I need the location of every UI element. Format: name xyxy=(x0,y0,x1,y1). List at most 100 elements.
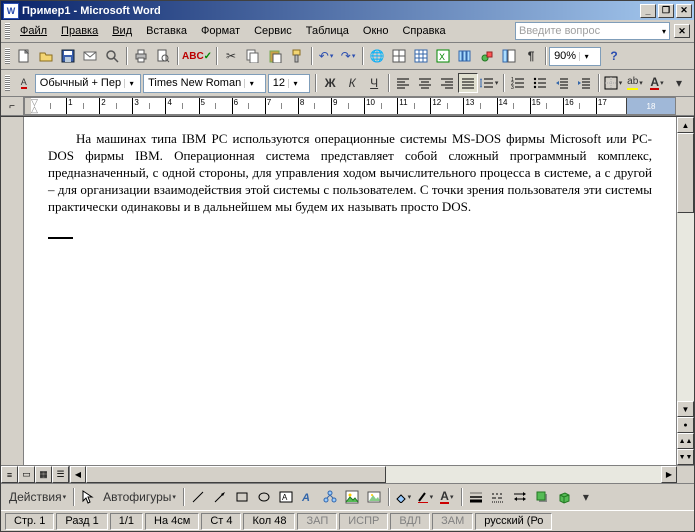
fill-color-button[interactable]: ▾ xyxy=(392,487,414,507)
autoshapes-menu[interactable]: Автофигуры ▾ xyxy=(99,487,180,507)
grip-handle[interactable] xyxy=(5,48,10,64)
outline-view-button[interactable]: ☰ xyxy=(52,466,69,483)
redo-button[interactable]: ↷▾ xyxy=(337,46,359,66)
close-button[interactable]: ✕ xyxy=(676,4,692,18)
copy-button[interactable] xyxy=(242,46,264,66)
3d-button[interactable] xyxy=(553,487,575,507)
wordart-button[interactable]: A xyxy=(297,487,319,507)
next-page-button[interactable]: ▼▼ xyxy=(677,449,694,465)
numbered-list-button[interactable]: 123 xyxy=(507,73,529,93)
toolbar-options-button[interactable]: ▾ xyxy=(668,73,690,93)
line-tool[interactable] xyxy=(187,487,209,507)
line-style-button[interactable] xyxy=(465,487,487,507)
style-combo[interactable]: Обычный + Пер▾ xyxy=(35,74,141,93)
dash-style-button[interactable] xyxy=(487,487,509,507)
font-size-combo[interactable]: 12▾ xyxy=(268,74,310,93)
browse-object-button[interactable]: ● xyxy=(677,417,694,433)
scroll-track[interactable] xyxy=(677,133,694,401)
format-painter-button[interactable] xyxy=(286,46,308,66)
bold-button[interactable]: Ж xyxy=(319,73,341,93)
undo-button[interactable]: ↶▾ xyxy=(315,46,337,66)
scroll-up-button[interactable]: ▲ xyxy=(677,117,694,133)
page-content[interactable]: На машинах типа IBM PC используются опер… xyxy=(24,117,676,253)
font-combo[interactable]: Times New Roman▾ xyxy=(143,74,266,93)
status-rec[interactable]: ЗАП xyxy=(297,513,337,530)
status-ovr[interactable]: ЗАМ xyxy=(432,513,473,530)
status-trk[interactable]: ИСПР xyxy=(339,513,388,530)
align-right-button[interactable] xyxy=(436,73,458,93)
minimize-button[interactable]: _ xyxy=(640,4,656,18)
zoom-combo[interactable]: 90%▾ xyxy=(549,47,601,66)
font-color-draw-button[interactable]: A▾ xyxy=(436,487,458,507)
font-color-button[interactable]: A▾ xyxy=(646,73,668,93)
status-ext[interactable]: ВДЛ xyxy=(390,513,430,530)
insert-table-button[interactable] xyxy=(410,46,432,66)
grip-handle[interactable] xyxy=(5,75,10,91)
web-view-button[interactable]: ▭ xyxy=(18,466,35,483)
shadow-button[interactable] xyxy=(531,487,553,507)
normal-view-button[interactable]: ≡ xyxy=(1,466,18,483)
toolbar-options-button[interactable]: ▾ xyxy=(575,487,597,507)
scroll-down-button[interactable]: ▼ xyxy=(677,401,694,417)
bulleted-list-button[interactable] xyxy=(529,73,551,93)
print-preview-button[interactable] xyxy=(152,46,174,66)
underline-button[interactable]: Ч xyxy=(363,73,385,93)
paste-button[interactable] xyxy=(264,46,286,66)
new-doc-button[interactable] xyxy=(13,46,35,66)
mail-button[interactable] xyxy=(79,46,101,66)
draw-menu-button[interactable]: Действия ▾ xyxy=(5,487,70,507)
help-button[interactable]: ? xyxy=(603,46,625,66)
line-color-button[interactable]: ▾ xyxy=(414,487,436,507)
ask-question-box[interactable]: Введите вопрос ▾ xyxy=(515,22,670,40)
scroll-right-button[interactable]: ▶ xyxy=(661,466,677,483)
menu-edit[interactable]: Правка xyxy=(54,23,105,39)
vertical-scrollbar[interactable]: ▲ ▼ ● ▲▲ ▼▼ xyxy=(676,117,694,465)
menu-help[interactable]: Справка xyxy=(395,23,452,39)
align-center-button[interactable] xyxy=(414,73,436,93)
menu-format[interactable]: Формат xyxy=(194,23,247,39)
clipart-button[interactable] xyxy=(341,487,363,507)
scroll-thumb[interactable] xyxy=(677,133,694,213)
menu-window[interactable]: Окно xyxy=(356,23,396,39)
oval-tool[interactable] xyxy=(253,487,275,507)
restore-button[interactable]: ❐ xyxy=(658,4,674,18)
menu-insert[interactable]: Вставка xyxy=(139,23,194,39)
rectangle-tool[interactable] xyxy=(231,487,253,507)
line-spacing-button[interactable]: ▾ xyxy=(478,73,500,93)
borders-button[interactable]: ▾ xyxy=(602,73,624,93)
grip-handle[interactable] xyxy=(5,23,10,39)
columns-button[interactable] xyxy=(454,46,476,66)
menu-tools[interactable]: Сервис xyxy=(247,23,299,39)
menu-view[interactable]: Вид xyxy=(105,23,139,39)
textbox-tool[interactable]: A xyxy=(275,487,297,507)
horizontal-ruler[interactable]: ▽ △ 18 1234567891011121314151617 xyxy=(24,97,676,115)
save-button[interactable] xyxy=(57,46,79,66)
document-area[interactable]: На машинах типа IBM PC используются опер… xyxy=(24,117,676,465)
status-lang[interactable]: русский (Ро xyxy=(475,513,552,530)
open-button[interactable] xyxy=(35,46,57,66)
doc-map-button[interactable] xyxy=(498,46,520,66)
spellcheck-button[interactable]: ABC✓ xyxy=(181,46,213,66)
cut-button[interactable]: ✂ xyxy=(220,46,242,66)
tables-borders-button[interactable] xyxy=(388,46,410,66)
print-layout-view-button[interactable]: ▦ xyxy=(35,466,52,483)
tab-selector[interactable]: ⌐ xyxy=(1,97,24,115)
scroll-left-button[interactable]: ◀ xyxy=(70,466,86,483)
menu-table[interactable]: Таблица xyxy=(299,23,356,39)
highlight-button[interactable]: ab▾ xyxy=(624,73,646,93)
decrease-indent-button[interactable] xyxy=(551,73,573,93)
mdi-close-button[interactable]: ✕ xyxy=(674,24,690,38)
select-objects-button[interactable] xyxy=(77,487,99,507)
hyperlink-button[interactable]: 🌐 xyxy=(366,46,388,66)
arrow-tool[interactable] xyxy=(209,487,231,507)
align-justify-button[interactable] xyxy=(458,73,478,93)
horizontal-scrollbar[interactable]: ◀ ▶ xyxy=(70,466,677,483)
increase-indent-button[interactable] xyxy=(573,73,595,93)
drawing-toggle-button[interactable] xyxy=(476,46,498,66)
print-button[interactable] xyxy=(130,46,152,66)
italic-button[interactable]: К xyxy=(341,73,363,93)
align-left-button[interactable] xyxy=(392,73,414,93)
show-marks-button[interactable]: ¶ xyxy=(520,46,542,66)
arrow-style-button[interactable] xyxy=(509,487,531,507)
styles-pane-button[interactable]: A xyxy=(13,73,35,93)
